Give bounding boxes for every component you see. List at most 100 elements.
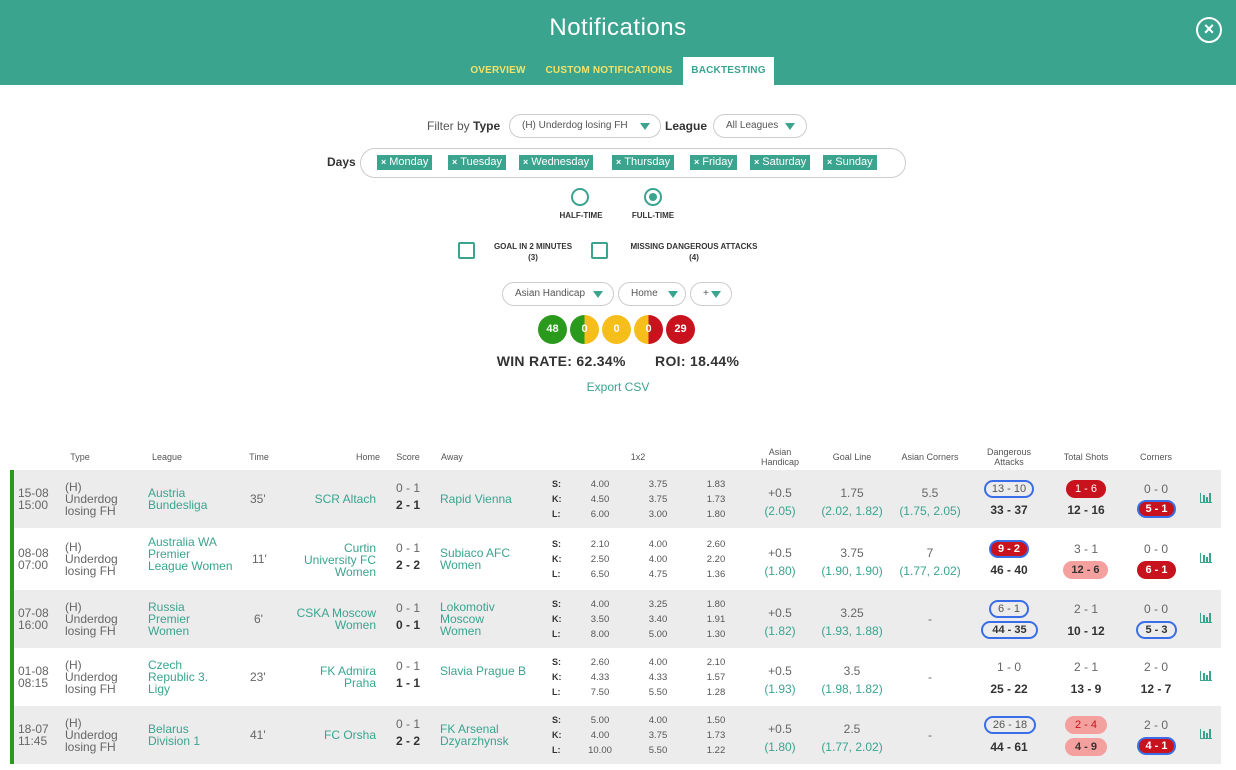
row-league[interactable]: Belarus Division 1 [148, 723, 223, 747]
sign-select[interactable]: + [690, 282, 732, 306]
ac-odds: (1.77, 2.02) [899, 564, 961, 578]
odds-value: 2.10 [590, 539, 610, 550]
row-away[interactable]: Lokomotiv Moscow Women [440, 601, 515, 637]
corners-ht: 2 - 0 [1143, 660, 1168, 674]
row-minute: 41' [250, 728, 266, 742]
missing-dangerous-attacks-checkbox[interactable] [591, 242, 608, 259]
odds-label-start: S: [552, 539, 561, 549]
odds-label-start: S: [552, 715, 561, 725]
da-ft: 46 - 40 [990, 563, 1028, 577]
header-asian-corners: Asian Corners [901, 452, 959, 462]
odds-label-live: L: [552, 745, 561, 755]
day-chip-thursday[interactable]: × Thursday [612, 155, 675, 170]
modal-title: Notifications [549, 14, 687, 41]
odds-value: 4.00 [648, 554, 668, 565]
full-time-radio[interactable] [644, 188, 662, 206]
day-chip-friday[interactable]: × Friday [690, 155, 737, 170]
chart-icon[interactable] [1200, 553, 1212, 563]
gl-odds: (1.98, 1.82) [821, 682, 883, 696]
side-select[interactable]: Home [618, 282, 686, 306]
row-minute: 35' [250, 492, 266, 506]
time-of-day: 16:00 [18, 618, 49, 632]
row-asian-corners: - [928, 612, 932, 626]
row-away[interactable]: Subiaco AFC Women [440, 547, 520, 571]
goal-in-2-minutes-checkbox[interactable] [458, 242, 475, 259]
chart-icon[interactable] [1200, 613, 1212, 623]
export-csv-label: Export CSV [586, 380, 650, 394]
gl-line: 3.25 [840, 606, 864, 620]
row-minute: 6' [254, 612, 263, 626]
tab-overview[interactable]: OVERVIEW [461, 57, 535, 85]
row-asian-corners: - [928, 670, 932, 684]
shots-ft-pill: 12 - 6 [1063, 561, 1108, 579]
day-chip-wednesday[interactable]: × Wednesday [519, 155, 594, 170]
chart-icon[interactable] [1200, 493, 1212, 503]
day-chip-saturday[interactable]: × Saturday [750, 155, 811, 170]
odds-value: 1.57 [706, 672, 726, 683]
odds-label-live: L: [552, 569, 561, 579]
day-chip-monday[interactable]: × Monday [377, 155, 433, 170]
day-chip-tuesday[interactable]: × Tuesday [448, 155, 507, 170]
row-away[interactable]: FK Arsenal Dzyarzhynsk [440, 723, 535, 747]
ah-odds: (1.93) [764, 682, 796, 696]
day-chip-label: Saturday [762, 156, 807, 168]
checkbox-count: (4) [689, 253, 699, 262]
tab-custom-notifications[interactable]: CUSTOM NOTIFICATIONS [540, 57, 678, 85]
win-indicator [10, 590, 14, 648]
row-goal-line: 3.75 (1.90, 1.90) [812, 547, 892, 577]
row-home[interactable]: FC Orsha [296, 729, 376, 741]
row-home[interactable]: Curtin University FC Women [290, 542, 376, 578]
chart-icon[interactable] [1200, 729, 1212, 739]
days-multiselect[interactable]: × Monday × Tuesday × Wednesday × Thursday × F… [360, 148, 906, 178]
row-league[interactable]: Czech Republic 3. Ligy [148, 659, 223, 695]
corners-ft-pill: 6 - 1 [1137, 561, 1176, 579]
half-time-radio[interactable] [571, 188, 589, 206]
corners-ht: 0 - 0 [1143, 602, 1168, 616]
export-csv-link[interactable]: Export CSV [0, 380, 1236, 394]
remove-icon[interactable]: × [694, 157, 699, 167]
score-ht: 0 - 1 [395, 659, 420, 673]
shots-ft: 13 - 9 [1070, 682, 1102, 696]
remove-icon[interactable]: × [381, 157, 386, 167]
odds-value: 4.33 [648, 672, 668, 683]
ah-line: +0.5 [768, 722, 792, 736]
header-away: Away [441, 452, 463, 462]
chart-icon[interactable] [1200, 671, 1212, 681]
remove-icon[interactable]: × [523, 157, 528, 167]
odds-value: 1.91 [706, 614, 726, 625]
row-score: 0 - 1 1 - 1 [388, 660, 428, 689]
remove-icon[interactable]: × [754, 157, 759, 167]
win-indicator [10, 470, 14, 528]
row-away[interactable]: Rapid Vienna [440, 493, 530, 505]
row-home[interactable]: SCR Altach [296, 493, 376, 505]
score-ft: 1 - 1 [395, 676, 420, 690]
odds-value: 7.50 [590, 687, 610, 698]
corners-ht: 0 - 0 [1143, 482, 1168, 496]
score-ft: 2 - 2 [395, 558, 420, 572]
remove-icon[interactable]: × [827, 157, 832, 167]
row-away[interactable]: Slavia Prague B [440, 665, 530, 677]
close-icon[interactable]: × [1196, 17, 1222, 43]
row-home[interactable]: FK Admira Praha [300, 665, 376, 689]
shots-ht-pill: 1 - 6 [1066, 480, 1106, 498]
odds-label-live: L: [552, 509, 561, 519]
market-select[interactable]: Asian Handicap [502, 282, 614, 306]
gl-line: 1.75 [840, 486, 864, 500]
row-league[interactable]: Australia WA Premier League Women [148, 536, 233, 572]
ah-odds: (1.82) [764, 624, 796, 638]
row-league[interactable]: Russia Premier Women [148, 601, 218, 637]
row-league[interactable]: Austria Bundesliga [148, 487, 228, 511]
row-asian-handicap: +0.5 (1.80) [750, 723, 810, 753]
score-ht: 0 - 1 [395, 601, 420, 615]
shots-ft-pill: 4 - 9 [1065, 738, 1107, 756]
league-select[interactable]: All Leagues [713, 114, 807, 138]
tab-backtesting[interactable]: BACKTESTING [683, 57, 774, 85]
win-indicator [10, 528, 14, 590]
row-home[interactable]: CSKA Moscow Women [286, 607, 376, 631]
type-select[interactable]: (H) Underdog losing FH [509, 114, 661, 138]
remove-icon[interactable]: × [616, 157, 621, 167]
day-chip-sunday[interactable]: × Sunday [823, 155, 877, 170]
remove-icon[interactable]: × [452, 157, 457, 167]
row-asian-corners: - [928, 728, 932, 742]
corners-ht: 2 - 0 [1143, 718, 1168, 732]
